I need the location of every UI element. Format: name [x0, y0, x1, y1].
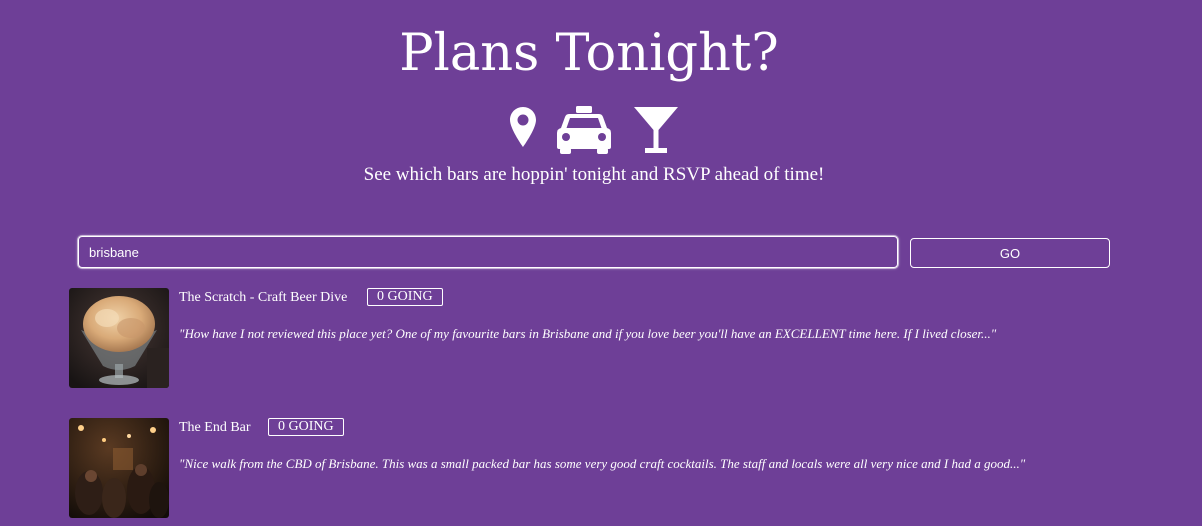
- page-subtitle: See which bars are hoppin' tonight and R…: [363, 164, 825, 185]
- result-item: The Scratch - Craft Beer Dive 0 GOING "H…: [69, 288, 1169, 388]
- bar-thumbnail[interactable]: [69, 288, 169, 388]
- bar-name[interactable]: The Scratch - Craft Beer Dive: [179, 289, 347, 307]
- cocktail-icon: [634, 107, 678, 153]
- review-snippet: "Nice walk from the CBD of Brisbane. Thi…: [179, 456, 1026, 471]
- header-icons: [0, 106, 1178, 156]
- page-title: Plans Tonight?: [399, 24, 779, 83]
- going-button[interactable]: 0 GOING: [367, 288, 443, 306]
- go-button[interactable]: GO: [910, 238, 1110, 268]
- bar-name[interactable]: The End Bar: [179, 419, 251, 437]
- taxi-icon: [557, 106, 611, 154]
- result-item: The End Bar 0 GOING "Nice walk from the …: [69, 418, 1169, 518]
- bar-thumbnail[interactable]: [69, 418, 169, 518]
- going-button[interactable]: 0 GOING: [268, 418, 344, 436]
- map-marker-icon: [510, 107, 536, 147]
- review-snippet: "How have I not reviewed this place yet?…: [179, 326, 997, 341]
- search-input[interactable]: [78, 236, 898, 268]
